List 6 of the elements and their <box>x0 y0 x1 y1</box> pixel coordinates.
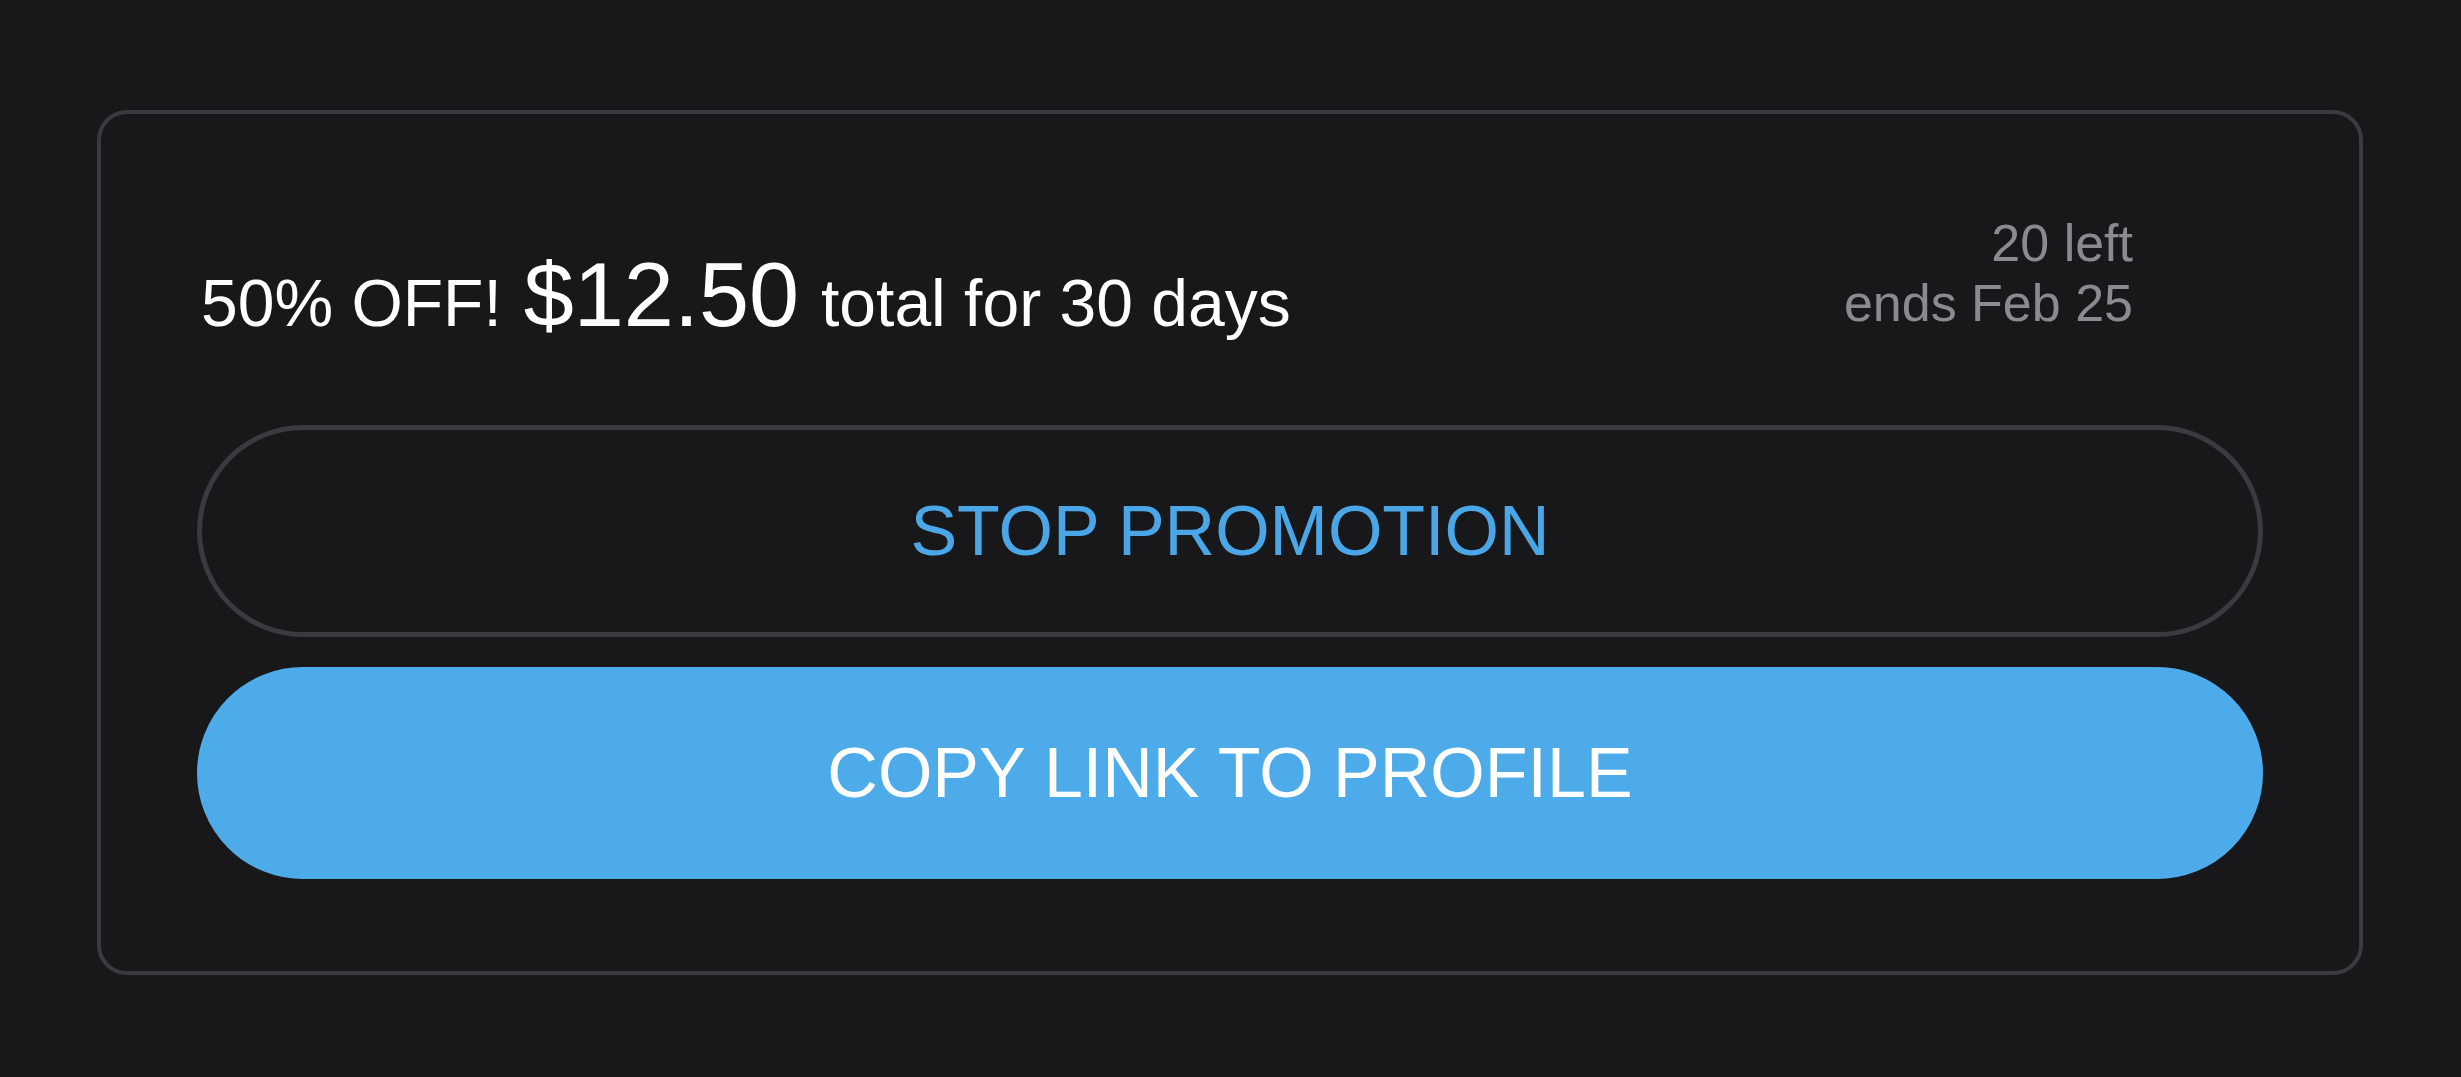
terms-text: total for 30 days <box>821 265 1291 342</box>
stop-button[interactable]: STOP PROMOTION <box>197 425 2263 637</box>
price-text: $12.50 <box>523 244 800 347</box>
end-date: ends Feb 25 <box>1843 273 2133 334</box>
discount-text: 50% OFF! <box>201 265 502 342</box>
remaining-count: 20 left <box>1991 214 2133 274</box>
